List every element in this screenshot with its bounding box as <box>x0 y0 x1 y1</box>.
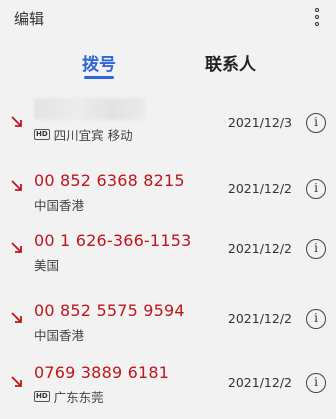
call-date: 2021/12/3 <box>227 115 292 130</box>
active-tab-indicator <box>84 76 114 79</box>
phone-number: 00 852 6368 8215 <box>34 171 185 190</box>
call-date: 2021/12/2 <box>227 311 292 326</box>
call-location: 中国香港 <box>34 195 84 214</box>
blurred-number <box>34 98 146 120</box>
tab-bar: 拨号 联系人 <box>0 40 336 90</box>
info-icon[interactable]: i <box>306 113 326 133</box>
tab-contacts[interactable]: 联系人 <box>205 50 256 75</box>
call-log-row[interactable]: 00 1 626-366-1153 美国 2021/12/2 i <box>0 221 336 287</box>
tab-dial[interactable]: 拨号 <box>82 50 116 75</box>
missed-call-arrow-icon <box>11 180 22 191</box>
location-text: 中国香港 <box>34 198 85 213</box>
top-bar: 编辑 <box>0 0 336 38</box>
missed-call-arrow-icon <box>11 376 22 387</box>
location-text: 中国香港 <box>34 328 85 343</box>
more-vertical-icon[interactable] <box>308 6 326 28</box>
call-date: 2021/12/2 <box>227 241 292 256</box>
call-location: 中国香港 <box>34 325 84 344</box>
info-icon[interactable]: i <box>306 179 326 199</box>
info-icon[interactable]: i <box>306 239 326 259</box>
hd-badge: HD <box>34 391 50 402</box>
call-log-list: HD 四川宜宾 移动 2021/12/3 i 00 852 6368 8215 … <box>0 95 336 419</box>
missed-call-arrow-icon <box>11 242 22 253</box>
phone-number: 0769 3889 6181 <box>34 363 170 382</box>
call-log-row[interactable]: HD 四川宜宾 移动 2021/12/3 i <box>0 95 336 155</box>
call-log-row[interactable]: 00 852 6368 8215 中国香港 2021/12/2 i <box>0 155 336 221</box>
call-log-row[interactable]: 00 852 5575 9594 中国香港 2021/12/2 i <box>0 287 336 353</box>
call-log-row[interactable]: 0769 3889 6181 HD 广东东莞 2021/12/2 i <box>0 353 336 419</box>
location-text: 美国 <box>34 258 60 273</box>
info-icon[interactable]: i <box>306 309 326 329</box>
call-location: 美国 <box>34 255 59 274</box>
location-text: 广东东莞 <box>53 390 104 405</box>
hd-badge: HD <box>34 129 50 140</box>
call-date: 2021/12/2 <box>227 375 292 390</box>
phone-number: 00 1 626-366-1153 <box>34 231 192 250</box>
phone-number: 00 852 5575 9594 <box>34 301 185 320</box>
info-icon[interactable]: i <box>306 373 326 393</box>
location-text: 四川宜宾 移动 <box>53 128 133 143</box>
call-date: 2021/12/2 <box>227 181 292 196</box>
missed-call-arrow-icon <box>11 312 22 323</box>
missed-call-arrow-icon <box>11 116 22 127</box>
call-location: HD 广东东莞 <box>34 387 104 406</box>
edit-button[interactable]: 编辑 <box>14 8 44 29</box>
call-location: HD 四川宜宾 移动 <box>34 125 133 144</box>
